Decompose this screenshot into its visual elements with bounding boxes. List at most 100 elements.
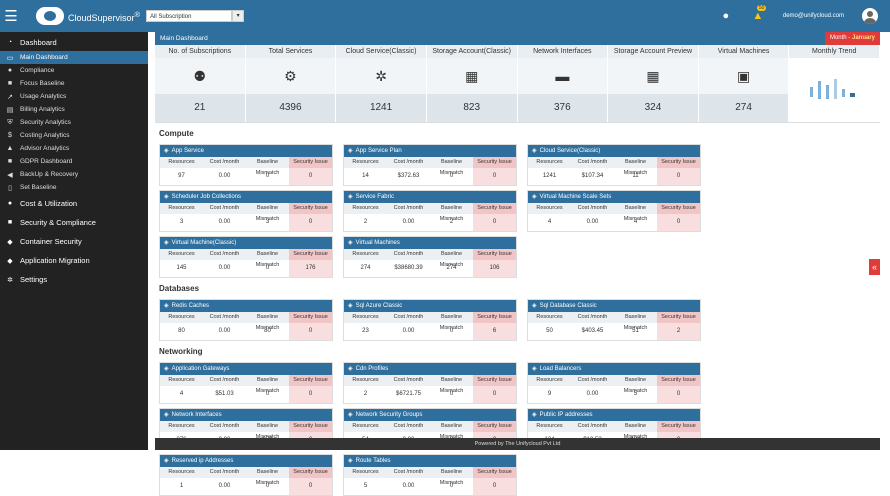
security-value[interactable]: 0 xyxy=(289,323,332,340)
resources-value[interactable]: 3 xyxy=(160,214,203,231)
resource-card[interactable]: ◈ Scheduler Job Collections Resources Cost … xyxy=(159,190,333,232)
baseline-value[interactable]: 274 xyxy=(430,260,473,277)
cost-value[interactable]: 0.00 xyxy=(203,260,246,277)
baseline-value[interactable]: 51 xyxy=(614,323,657,340)
stat-network-interfaces[interactable]: Network Interfaces ▬ 376 xyxy=(517,45,609,122)
resource-card[interactable]: ◈ Load Balancers Resources Cost /month Basel… xyxy=(527,362,701,404)
cost-value[interactable]: 0.00 xyxy=(203,478,246,495)
resources-value[interactable]: 80 xyxy=(160,323,203,340)
resources-value[interactable]: 97 xyxy=(160,168,203,185)
sidebar-item-main-dashboard[interactable]: ▭ Main Dashboard xyxy=(0,51,148,64)
cost-value[interactable]: 0.00 xyxy=(203,214,246,231)
resources-value[interactable]: 1 xyxy=(160,478,203,495)
cost-value[interactable]: 0.00 xyxy=(387,323,430,340)
resource-card[interactable]: ◈ Reserved ip Addresses Resources Cost /mon… xyxy=(159,454,333,496)
resources-value[interactable]: 23 xyxy=(344,323,387,340)
resource-card[interactable]: ◈ Application Gateways Resources Cost /mont… xyxy=(159,362,333,404)
cost-value[interactable]: $38680.39 xyxy=(387,260,430,277)
security-value[interactable]: 0 xyxy=(289,168,332,185)
resource-card[interactable]: ◈ Virtual Machines Resources Cost /month Bas… xyxy=(343,236,517,278)
baseline-value[interactable]: 4 xyxy=(614,214,657,231)
baseline-value[interactable]: 0 xyxy=(246,386,289,403)
resource-card[interactable]: ◈ App Service Resources Cost /month Baseline… xyxy=(159,144,333,186)
stat-storage-account-classic[interactable]: Storage Account(Classic) ▦ 823 xyxy=(426,45,518,122)
security-value[interactable]: 0 xyxy=(289,478,332,495)
resources-value[interactable]: 14 xyxy=(344,168,387,185)
resources-value[interactable]: 50 xyxy=(528,323,571,340)
baseline-value[interactable]: 2 xyxy=(430,214,473,231)
sidebar-item-gdpr-dashboard[interactable]: ■ GDPR Dashboard xyxy=(0,155,148,168)
cost-value[interactable]: 0.00 xyxy=(571,214,614,231)
security-value[interactable]: 0 xyxy=(289,386,332,403)
cost-value[interactable]: 0.00 xyxy=(387,478,430,495)
subscription-select[interactable]: All Subscription ▾ xyxy=(146,10,245,22)
chevron-down-icon[interactable]: ▾ xyxy=(232,10,245,22)
user-email[interactable]: demo@unifycloud.com xyxy=(783,13,844,19)
baseline-value[interactable]: 0 xyxy=(430,168,473,185)
baseline-value[interactable]: 0 xyxy=(246,478,289,495)
resource-card[interactable]: ◈ Cloud Service(Classic) Resources Cost /mo… xyxy=(527,144,701,186)
resources-value[interactable]: 2 xyxy=(344,386,387,403)
stat-total-services[interactable]: Total Services ⚙ 4396 xyxy=(245,45,337,122)
baseline-value[interactable]: 0 xyxy=(430,386,473,403)
sidebar-item-advisor-analytics[interactable]: ▲ Advisor Analytics xyxy=(0,142,148,155)
baseline-value[interactable]: 0 xyxy=(246,168,289,185)
resource-card[interactable]: ◈ Sql Azure Classic Resources Cost /month Ba… xyxy=(343,299,517,341)
resource-card[interactable]: ◈ Cdn Profiles Resources Cost /month Baselin… xyxy=(343,362,517,404)
user-profile-icon[interactable]: ● xyxy=(719,9,733,23)
baseline-value[interactable]: 11 xyxy=(614,168,657,185)
sidebar-item-usage-analytics[interactable]: ↗ Usage Analytics xyxy=(0,90,148,103)
resource-card[interactable]: ◈ Route Tables Resources Cost /month Baselin… xyxy=(343,454,517,496)
security-value[interactable]: 176 xyxy=(289,260,332,277)
avatar[interactable] xyxy=(862,8,878,24)
resource-card[interactable]: ◈ Virtual Machine Scale Sets Resources Cost… xyxy=(527,190,701,232)
sidebar-item-security-analytics[interactable]: ⛨ Security Analytics xyxy=(0,116,148,129)
cost-value[interactable]: $6721.75 xyxy=(387,386,430,403)
app-logo[interactable]: CloudSupervisor® xyxy=(36,7,140,25)
cost-value[interactable]: $403.45 xyxy=(571,323,614,340)
security-value[interactable]: 0 xyxy=(657,386,700,403)
cost-value[interactable]: 0.00 xyxy=(387,214,430,231)
security-value[interactable]: 0 xyxy=(657,168,700,185)
security-value[interactable]: 0 xyxy=(289,214,332,231)
resources-value[interactable]: 145 xyxy=(160,260,203,277)
baseline-value[interactable]: 0 xyxy=(430,478,473,495)
resource-card[interactable]: ◈ App Service Plan Resources Cost /month Bas… xyxy=(343,144,517,186)
stat-cloud-service-classic[interactable]: Cloud Service(Classic) ✲ 1241 xyxy=(336,45,427,122)
notification-bell-icon[interactable]: ▲ 50 xyxy=(751,5,767,23)
baseline-value[interactable]: 0 xyxy=(246,260,289,277)
resources-value[interactable]: 9 xyxy=(528,386,571,403)
baseline-value[interactable]: 3 xyxy=(246,214,289,231)
baseline-value[interactable]: 80 xyxy=(246,323,289,340)
sidebar-item-billing-analytics[interactable]: ▤ Billing Analytics xyxy=(0,103,148,116)
baseline-value[interactable]: 5 xyxy=(614,386,657,403)
security-value[interactable]: 0 xyxy=(657,214,700,231)
stat-monthly-trend[interactable]: Monthly Trend xyxy=(789,45,880,122)
security-value[interactable]: 0 xyxy=(473,214,516,231)
baseline-value[interactable]: 0 xyxy=(430,323,473,340)
sidebar-section-container-security[interactable]: ◆ Container Security xyxy=(0,232,148,251)
sidebar-item-focus-baseline[interactable]: ■ Focus Baseline xyxy=(0,77,148,90)
sidebar-item-costing-analytics[interactable]: $ Costing Analytics xyxy=(0,129,148,142)
sidebar-item-set-baseline[interactable]: ▯ Set Baseline xyxy=(0,181,148,194)
resource-card[interactable]: ◈ Redis Caches Resources Cost /month Baselin… xyxy=(159,299,333,341)
resources-value[interactable]: 5 xyxy=(344,478,387,495)
collapse-panel-button[interactable]: « xyxy=(869,259,880,275)
resources-value[interactable]: 4 xyxy=(528,214,571,231)
menu-icon[interactable]: ☰ xyxy=(0,0,22,32)
security-value[interactable]: 2 xyxy=(657,323,700,340)
cost-value[interactable]: 0.00 xyxy=(571,386,614,403)
month-selector[interactable]: Month - January xyxy=(824,32,880,45)
sidebar-item-compliance[interactable]: ● Compliance xyxy=(0,64,148,77)
sidebar-section-application-migration[interactable]: ◆ Application Migration xyxy=(0,251,148,270)
resource-card[interactable]: ◈ Virtual Machine(Classic) Resources Cost /… xyxy=(159,236,333,278)
resource-card[interactable]: ◈ Sql Database Classic Resources Cost /mont… xyxy=(527,299,701,341)
sidebar-item-backup-recovery[interactable]: ◀ BackUp & Recovery xyxy=(0,168,148,181)
cost-value[interactable]: $372.63 xyxy=(387,168,430,185)
security-value[interactable]: 0 xyxy=(473,478,516,495)
sidebar-section-settings[interactable]: ✲ Settings xyxy=(0,270,148,289)
cost-value[interactable]: $51.03 xyxy=(203,386,246,403)
cost-value[interactable]: 0.00 xyxy=(203,323,246,340)
cost-value[interactable]: 0.00 xyxy=(203,168,246,185)
sidebar-section-security-compliance[interactable]: ■ Security & Compliance xyxy=(0,213,148,232)
